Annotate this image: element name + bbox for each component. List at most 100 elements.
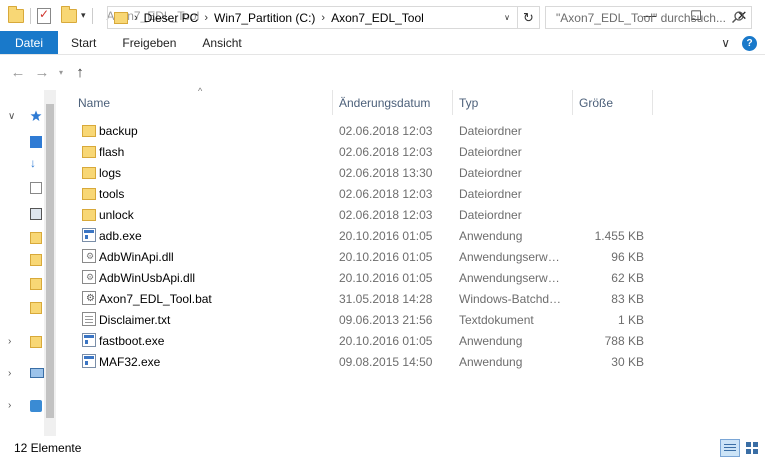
file-type: Anwendungserwe... — [459, 270, 563, 285]
onedrive-folder-icon[interactable] — [30, 336, 42, 348]
address-row: ← → ▾ ↑ — [0, 55, 765, 90]
file-name[interactable]: MAF32.exe — [99, 355, 160, 369]
file-row-axon7-edl-tool-bat[interactable]: Axon7_EDL_Tool.bat 31.05.2018 14:28 Wind… — [76, 288, 756, 309]
details-view-button[interactable] — [720, 439, 740, 457]
column-divider[interactable] — [652, 90, 653, 115]
file-type: Windows-Batchda... — [459, 291, 563, 306]
file-name[interactable]: tools — [99, 187, 124, 201]
desktop-icon[interactable] — [30, 136, 42, 148]
breadcrumb-separator[interactable]: › — [134, 12, 138, 24]
folder-icon[interactable] — [30, 232, 42, 244]
up-button[interactable]: ↑ — [68, 64, 92, 81]
file-row-disclaimer-txt[interactable]: Disclaimer.txt 09.06.2013 21:56 Textdoku… — [76, 309, 756, 330]
file-row-adb-exe[interactable]: adb.exe 20.10.2016 01:05 Anwendung 1.455… — [76, 225, 756, 246]
file-name[interactable]: Disclaimer.txt — [99, 313, 170, 327]
column-header-date[interactable]: Änderungsdatum — [339, 90, 449, 115]
pictures-icon[interactable] — [30, 208, 42, 220]
tab-ansicht[interactable]: Ansicht — [189, 31, 254, 54]
file-name[interactable]: adb.exe — [99, 229, 142, 243]
folder-icon[interactable] — [30, 302, 42, 314]
file-name[interactable]: unlock — [99, 208, 134, 222]
quick-access-toolbar: ▾ — [0, 0, 99, 31]
expand-arrow-icon[interactable]: › — [8, 400, 11, 411]
application-icon — [82, 333, 96, 347]
new-folder-icon[interactable] — [61, 5, 77, 23]
file-type: Anwendung — [459, 333, 523, 348]
folder-icon — [114, 11, 128, 24]
expand-ribbon-icon[interactable]: ∨ — [721, 36, 730, 50]
file-size: 30 KB — [611, 354, 644, 369]
file-row-adbwinapi-dll[interactable]: AdbWinApi.dll 20.10.2016 01:05 Anwendung… — [76, 246, 756, 267]
file-type: Anwendung — [459, 228, 523, 243]
file-type: Dateiordner — [459, 186, 522, 201]
column-header-type[interactable]: Typ — [459, 90, 569, 115]
file-date: 20.10.2016 01:05 — [339, 270, 433, 285]
collapse-arrow-icon[interactable]: ∨ — [8, 111, 15, 122]
file-row-logs[interactable]: logs 02.06.2018 13:30 Dateiordner — [76, 162, 756, 183]
downloads-icon[interactable]: ↓ — [30, 156, 42, 170]
documents-icon[interactable] — [30, 182, 42, 194]
search-input[interactable]: "Axon7_EDL_Tool" durchsuch... — [545, 6, 752, 29]
breadcrumb-separator[interactable]: › — [321, 12, 325, 24]
folder-icon — [82, 188, 96, 200]
folder-icon — [82, 146, 96, 158]
text-file-icon — [82, 312, 96, 326]
help-icon[interactable]: ? — [742, 35, 757, 51]
tab-start[interactable]: Start — [58, 31, 109, 54]
properties-icon[interactable] — [37, 7, 51, 24]
file-row-flash[interactable]: flash 02.06.2018 12:03 Dateiordner — [76, 141, 756, 162]
file-type: Anwendung — [459, 354, 523, 369]
breadcrumb-separator[interactable]: › — [204, 12, 208, 24]
quick-access-star-icon[interactable] — [30, 110, 42, 122]
file-name[interactable]: backup — [99, 124, 138, 138]
file-name[interactable]: Axon7_EDL_Tool.bat — [99, 292, 212, 306]
refresh-button[interactable]: ↻ — [517, 7, 539, 28]
file-name[interactable]: flash — [99, 145, 124, 159]
column-divider[interactable] — [332, 90, 333, 115]
file-name[interactable]: AdbWinApi.dll — [99, 250, 174, 264]
back-button[interactable]: ← — [6, 64, 30, 81]
address-dropdown-button[interactable]: ∨ — [499, 7, 515, 28]
file-row-backup[interactable]: backup 02.06.2018 12:03 Dateiordner — [76, 120, 756, 141]
forward-button[interactable]: → — [30, 64, 54, 81]
folder-icon[interactable] — [30, 278, 42, 290]
ribbon-tabs: Datei Start Freigeben Ansicht ∨ ? — [0, 31, 765, 55]
file-row-adbwinusbapi-dll[interactable]: AdbWinUsbApi.dll 20.10.2016 01:05 Anwend… — [76, 267, 756, 288]
file-row-fastboot-exe[interactable]: fastboot.exe 20.10.2016 01:05 Anwendung … — [76, 330, 756, 351]
file-type: Anwendungserwe... — [459, 249, 563, 264]
folder-icon[interactable] — [30, 254, 42, 266]
folder-icon — [82, 167, 96, 179]
file-date: 20.10.2016 01:05 — [339, 249, 433, 264]
tab-datei[interactable]: Datei — [0, 31, 59, 54]
navigation-scrollbar-thumb[interactable] — [46, 104, 54, 418]
customize-toolbar-icon[interactable]: ▾ — [81, 10, 86, 21]
column-divider[interactable] — [452, 90, 453, 115]
file-type: Dateiordner — [459, 165, 522, 180]
file-name[interactable]: AdbWinUsbApi.dll — [99, 271, 195, 285]
file-row-unlock[interactable]: unlock 02.06.2018 12:03 Dateiordner — [76, 204, 756, 225]
file-date: 09.06.2013 21:56 — [339, 312, 433, 327]
recent-locations-button[interactable]: ▾ — [54, 68, 68, 77]
address-bar[interactable]: › Dieser PC › Win7_Partition (C:) › Axon… — [107, 6, 540, 29]
breadcrumb-win7-partition[interactable]: Win7_Partition (C:) — [214, 11, 315, 25]
breadcrumb-dieser-pc[interactable]: Dieser PC — [144, 11, 199, 25]
search-icon[interactable] — [731, 10, 745, 24]
column-header-size[interactable]: Größe — [579, 90, 649, 115]
file-name[interactable]: logs — [99, 166, 121, 180]
column-header-name[interactable]: Name — [78, 90, 332, 115]
file-date: 02.06.2018 12:03 — [339, 144, 433, 159]
network-icon[interactable] — [30, 400, 42, 412]
file-name[interactable]: fastboot.exe — [99, 334, 164, 348]
expand-arrow-icon[interactable]: › — [8, 336, 11, 347]
file-row-tools[interactable]: tools 02.06.2018 12:03 Dateiordner — [76, 183, 756, 204]
folder-icon — [82, 209, 96, 221]
breadcrumb-axon7-edl-tool[interactable]: Axon7_EDL_Tool — [331, 11, 424, 25]
this-pc-icon[interactable] — [30, 368, 44, 378]
tab-freigeben[interactable]: Freigeben — [109, 31, 189, 54]
expand-arrow-icon[interactable]: › — [8, 368, 11, 379]
large-icons-view-button[interactable] — [743, 439, 761, 457]
file-row-maf32-exe[interactable]: MAF32.exe 09.08.2015 14:50 Anwendung 30 … — [76, 351, 756, 372]
file-type: Dateiordner — [459, 207, 522, 222]
folder-icon — [8, 5, 24, 23]
column-divider[interactable] — [572, 90, 573, 115]
